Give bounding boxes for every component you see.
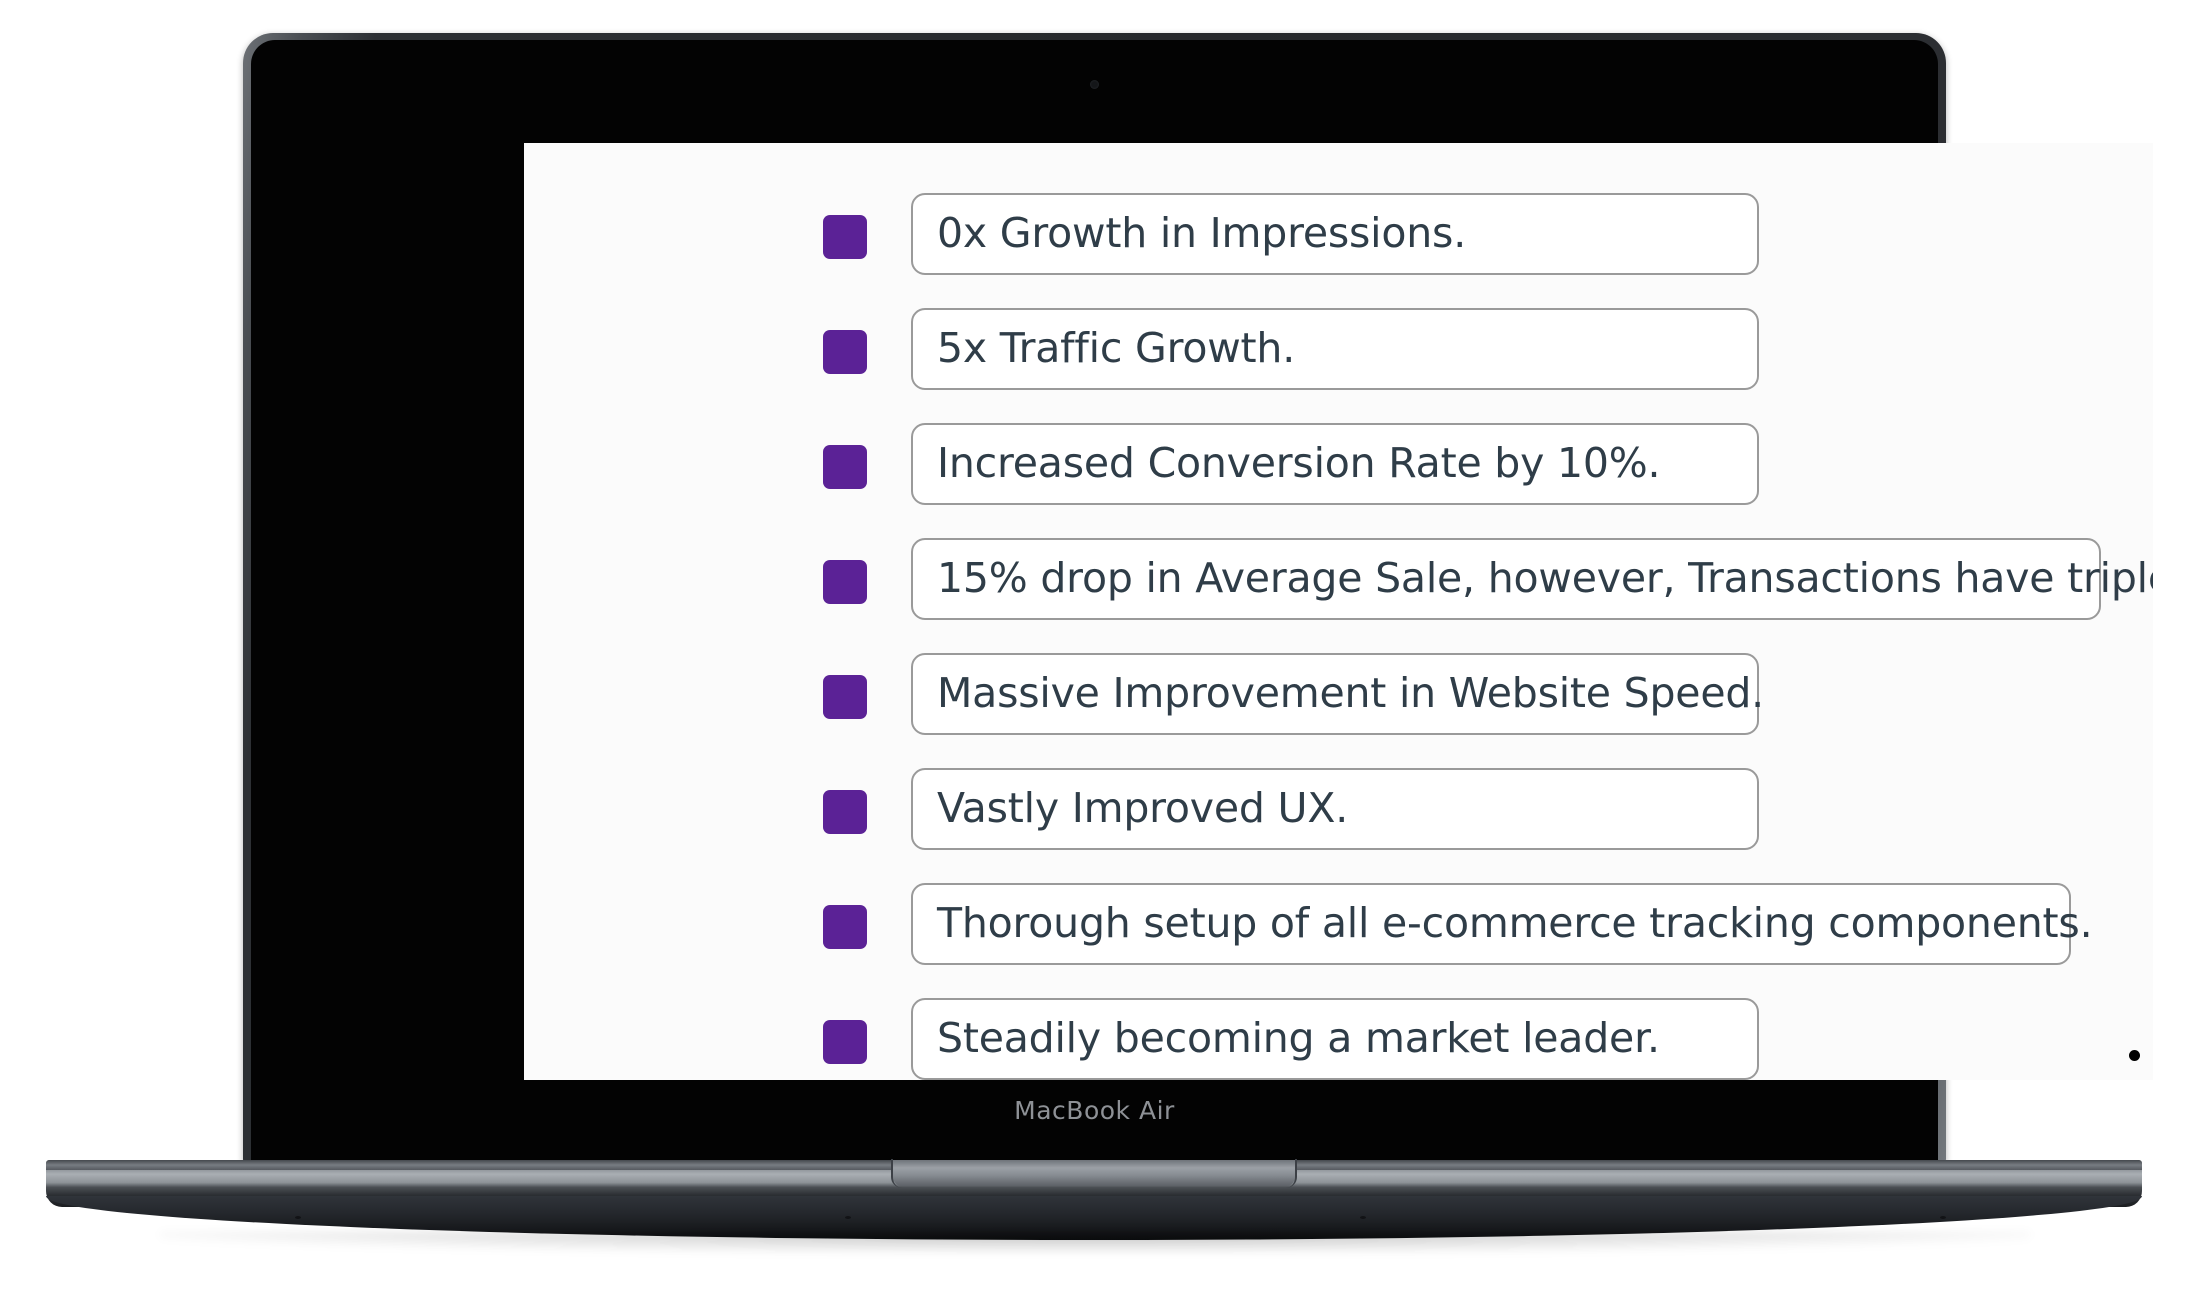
result-card-label: Vastly Improved UX. <box>937 784 1349 832</box>
laptop-foot <box>845 1216 851 1219</box>
screenshot-stage: 0x Growth in Impressions. 5x Traffic Gro… <box>0 0 2187 1304</box>
result-card-label: Steadily becoming a market leader. <box>937 1014 1660 1062</box>
result-card[interactable]: 5x Traffic Growth. <box>911 307 1759 390</box>
square-bullet-icon <box>823 674 867 719</box>
laptop-drop-shadow <box>160 1231 2030 1253</box>
result-card-label: Massive Improvement in Website Speed. <box>937 669 1765 717</box>
laptop-base-notch-outline <box>890 1159 1297 1188</box>
page-corner-dot <box>2129 1050 2140 1061</box>
result-card[interactable]: Vastly Improved UX. <box>911 767 1759 850</box>
laptop-lid: 0x Growth in Impressions. 5x Traffic Gro… <box>243 33 2153 1165</box>
square-bullet-icon <box>823 904 867 949</box>
square-bullet-icon <box>823 789 867 834</box>
laptop-foot <box>1940 1216 1946 1219</box>
list-item[interactable]: 0x Growth in Impressions. <box>524 179 2153 294</box>
result-card-label: 5x Traffic Growth. <box>937 324 1296 372</box>
macbook-air-mockup: 0x Growth in Impressions. 5x Traffic Gro… <box>0 0 2187 1304</box>
square-bullet-icon <box>823 559 867 604</box>
square-bullet-icon <box>823 1019 867 1064</box>
list-item[interactable]: 5x Traffic Growth. <box>524 294 2153 409</box>
list-item[interactable]: Steadily becoming a market leader. <box>524 984 2153 1080</box>
square-bullet-icon <box>823 214 867 259</box>
device-name-label: MacBook Air <box>1014 1096 1175 1125</box>
result-card-label: Thorough setup of all e-commerce trackin… <box>937 899 2093 947</box>
result-card[interactable]: Thorough setup of all e-commerce trackin… <box>911 882 2093 965</box>
list-item[interactable]: Increased Conversion Rate by 10%. <box>524 409 2153 524</box>
result-card[interactable]: Massive Improvement in Website Speed. <box>911 652 1764 735</box>
result-card-label: 0x Growth in Impressions. <box>937 209 1467 257</box>
result-card[interactable]: 0x Growth in Impressions. <box>911 192 1759 275</box>
result-card[interactable]: 15% drop in Average Sale, however, Trans… <box>911 537 2153 620</box>
list-item[interactable]: 15% drop in Average Sale, however, Trans… <box>524 524 2153 639</box>
list-item[interactable]: Massive Improvement in Website Speed. <box>524 639 2153 754</box>
list-item[interactable]: Vastly Improved UX. <box>524 754 2153 869</box>
laptop-screen: 0x Growth in Impressions. 5x Traffic Gro… <box>524 143 2153 1080</box>
list-item[interactable]: Thorough setup of all e-commerce trackin… <box>524 869 2153 984</box>
result-card[interactable]: Increased Conversion Rate by 10%. <box>911 422 1759 505</box>
square-bullet-icon <box>823 329 867 374</box>
square-bullet-icon <box>823 444 867 489</box>
camera-icon <box>1090 80 1099 89</box>
laptop-foot <box>295 1216 301 1219</box>
result-card-label: 15% drop in Average Sale, however, Trans… <box>937 554 2153 602</box>
laptop-foot <box>1360 1216 1366 1219</box>
result-card-label: Increased Conversion Rate by 10%. <box>937 439 1661 487</box>
results-page: 0x Growth in Impressions. 5x Traffic Gro… <box>524 143 2153 1080</box>
result-card[interactable]: Steadily becoming a market leader. <box>911 997 1759 1080</box>
